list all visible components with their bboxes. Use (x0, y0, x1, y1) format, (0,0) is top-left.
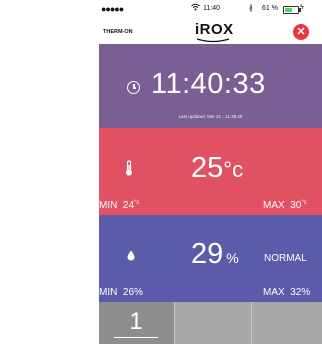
battery-icon (283, 6, 301, 14)
close-button[interactable]: ✕ (293, 24, 309, 40)
temperature-value: 25°c (191, 152, 244, 184)
tab-active-indicator (114, 337, 158, 338)
temperature-max: MAX 30°c (263, 200, 307, 211)
thermometer-icon (126, 160, 132, 176)
charging-icon: ϟ (300, 4, 304, 11)
app-screen: ●●●●● 11:40 ∦ 61 % ϟ THERM-ON iROX ✕ 11:… (99, 0, 322, 352)
temperature-unit: °c (223, 157, 244, 182)
clock-panel: 11:40:33 Last updated: Mar 21 - 11:39:48 (99, 44, 322, 128)
device-name: THERM-ON (103, 29, 133, 35)
battery-percent: 61 % (262, 5, 278, 12)
tab-sensor-1[interactable]: 1 (99, 302, 174, 344)
status-time: 11:40 (203, 5, 220, 12)
humidity-min: MIN 26% (99, 287, 143, 298)
temperature-min: MIN 24°c (99, 200, 140, 211)
humidity-panel[interactable]: 29% NORMAL MIN 26% MAX 32% (99, 215, 322, 302)
bluetooth-icon: ∦ (249, 5, 253, 12)
humidity-value: 29% (191, 238, 239, 270)
app-header: THERM-ON iROX ✕ (99, 18, 322, 44)
status-bar: ●●●●● 11:40 ∦ 61 % ϟ (99, 0, 322, 18)
humidity-max: MAX 32% (263, 287, 311, 298)
tab-label: 1 (129, 308, 143, 335)
tab-sensor-2[interactable] (174, 302, 251, 344)
logo-swoosh (196, 38, 230, 43)
humidity-unit: % (226, 250, 239, 266)
tab-sensor-3[interactable] (251, 302, 322, 344)
wifi-icon (191, 3, 200, 11)
last-updated: Last updated: Mar 21 - 11:39:48 (178, 114, 243, 119)
signal-indicator: ●●●●● (101, 4, 124, 14)
sensor-tab-bar: 1 (99, 302, 322, 344)
temperature-panel[interactable]: 25°c MIN 24°c MAX 30°c (99, 128, 322, 215)
clock-icon (127, 81, 140, 94)
current-time: 11:40:33 (151, 68, 266, 100)
humidity-status: NORMAL (264, 253, 307, 264)
droplet-icon (127, 250, 135, 261)
brand-logo: iROX (195, 21, 234, 38)
